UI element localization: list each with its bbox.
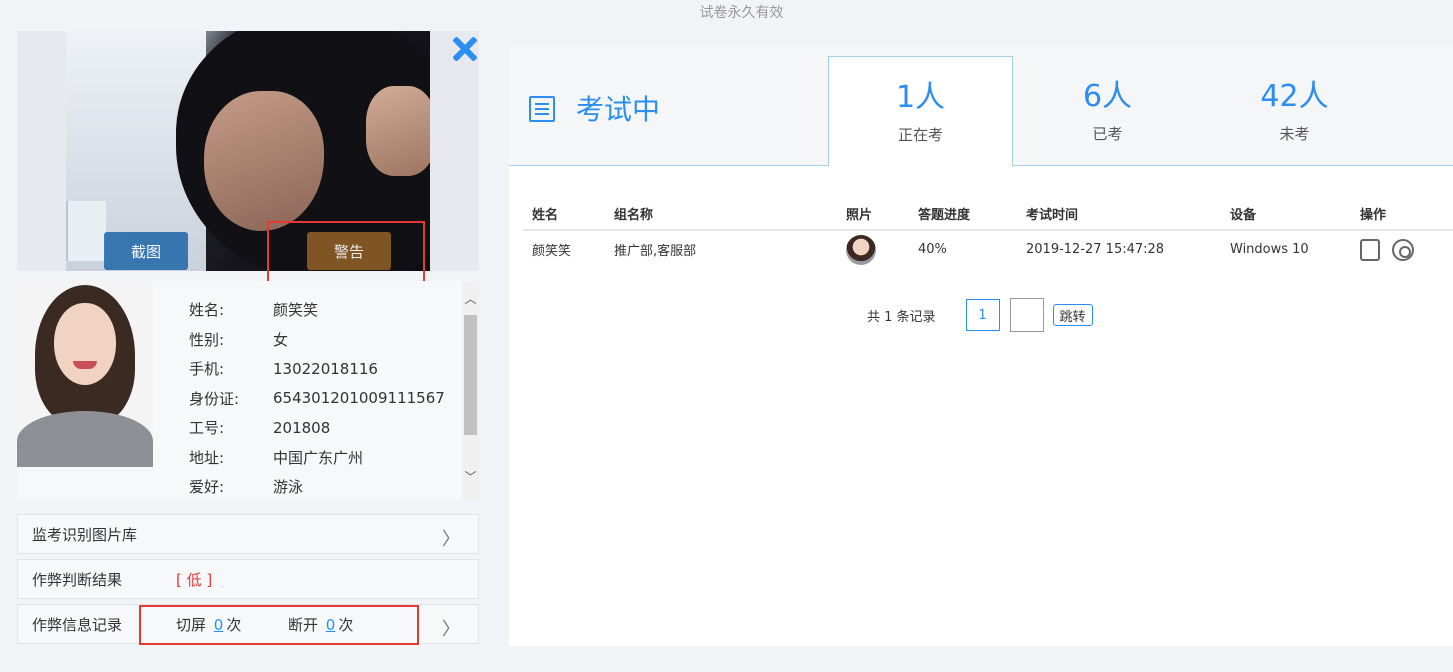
- info-key: 手机:: [189, 360, 225, 379]
- info-key: 工号:: [189, 419, 225, 438]
- cell-time: 2019-12-27 15:47:28: [1026, 242, 1165, 257]
- cheat-judge-bar: 作弊判断结果 [ 低 ]: [17, 559, 479, 599]
- cell-group: 推广部,客服部: [614, 244, 697, 259]
- profile-card: 姓名: 颜笑笑 性别: 女 手机: 13022018116 身份证: 65430…: [17, 281, 479, 499]
- image-library-bar[interactable]: 监考识别图片库 〉: [17, 514, 479, 554]
- info-key: 爱好:: [189, 478, 225, 497]
- tab-label: 未考: [1279, 125, 1310, 143]
- record-count: 共 1 条记录: [867, 309, 936, 325]
- stat-highlight-box: [139, 605, 419, 645]
- tab-count: 1人: [895, 80, 946, 115]
- exam-title: 考试中: [576, 93, 661, 126]
- col-progress: 答题进度: [909, 198, 1017, 231]
- info-row-employee-id: 工号: 201808: [189, 413, 445, 443]
- cheat-judge-label: 作弊判断结果: [32, 570, 123, 589]
- tab-in-progress[interactable]: 1人 正在考: [828, 56, 1013, 167]
- info-value: 13022018116: [273, 359, 378, 378]
- info-value: 中国广东广州: [273, 448, 364, 467]
- avatar[interactable]: [846, 234, 876, 265]
- edit-record-icon[interactable]: [1360, 238, 1380, 261]
- tab-count: 42人: [1260, 79, 1329, 114]
- scroll-down-icon[interactable]: ﹀: [464, 469, 477, 485]
- col-photo: 照片: [837, 198, 909, 231]
- info-value: 颜笑笑: [273, 301, 319, 320]
- col-actions: 操作: [1351, 198, 1453, 231]
- profile-scrollbar[interactable]: ︿ ﹀: [462, 281, 479, 499]
- chevron-right-icon: 〉: [442, 619, 460, 640]
- tab-count: 6人: [1082, 79, 1133, 114]
- cell-name: 颜笑笑: [532, 244, 572, 259]
- tab-label: 正在考: [897, 126, 943, 144]
- info-value: 游泳: [273, 478, 304, 497]
- warn-highlight-box: [267, 221, 425, 285]
- top-note: 试卷永久有效: [699, 5, 784, 21]
- chevron-right-icon: 〉: [442, 529, 460, 550]
- col-name: 姓名: [523, 198, 605, 231]
- cell-device: Windows 10: [1230, 242, 1309, 257]
- col-time: 考试时间: [1017, 198, 1221, 231]
- exam-monitor-panel: 考试中 1人 正在考 6人 已考 42人 未考 姓名 组名称 照片 答题进度 考…: [509, 46, 1453, 646]
- table-row[interactable]: 颜笑笑 推广部,客服部 40% 2019-12-27 15:47:28 Wind…: [523, 230, 1453, 268]
- profile-info: 姓名: 颜笑笑 性别: 女 手机: 13022018116 身份证: 65430…: [189, 295, 445, 502]
- cheat-judge-result: [ 低 ]: [176, 570, 213, 589]
- page-jump-input[interactable]: [1009, 298, 1044, 332]
- page-1-button[interactable]: 1: [965, 299, 1000, 331]
- col-device: 设备: [1221, 198, 1351, 231]
- col-group: 组名称: [605, 198, 837, 231]
- cell-actions: [1351, 230, 1453, 268]
- scroll-up-icon[interactable]: ︿: [464, 291, 477, 307]
- tab-label: 已考: [1092, 125, 1123, 143]
- tab-not-taken[interactable]: 42人 未考: [1202, 56, 1387, 166]
- close-icon[interactable]: [452, 36, 478, 62]
- scroll-thumb[interactable]: [464, 315, 477, 435]
- id-photo: [17, 281, 153, 467]
- info-row-address: 地址: 中国广东广州: [189, 443, 445, 473]
- exam-paper-icon: [529, 96, 555, 122]
- info-key: 姓名:: [189, 301, 225, 320]
- info-row-id: 身份证: 654301201009111567: [189, 384, 445, 414]
- image-library-label: 监考识别图片库: [32, 525, 138, 544]
- candidate-table: 姓名 组名称 照片 答题进度 考试时间 设备 操作 颜笑笑 推广部,客服部 40…: [523, 198, 1453, 268]
- exam-header: 考试中 1人 正在考 6人 已考 42人 未考: [509, 46, 1453, 167]
- info-value: 女: [273, 330, 289, 349]
- info-row-name: 姓名: 颜笑笑: [189, 295, 445, 325]
- cheat-record-label: 作弊信息记录: [32, 615, 123, 634]
- jump-button[interactable]: 跳转: [1052, 304, 1093, 326]
- info-key: 地址:: [189, 448, 225, 467]
- info-value: 201808: [273, 418, 331, 437]
- capture-button[interactable]: 截图: [104, 232, 188, 270]
- info-row-phone: 手机: 13022018116: [189, 354, 445, 384]
- tab-finished[interactable]: 6人 已考: [1015, 56, 1200, 166]
- pagination: 共 1 条记录 1 跳转: [867, 298, 1093, 332]
- info-key: 性别:: [189, 330, 225, 349]
- info-value: 654301201009111567: [273, 389, 445, 408]
- info-key: 身份证:: [189, 389, 240, 408]
- info-row-hobby: 爱好: 游泳: [189, 472, 445, 502]
- webcam-icon[interactable]: [1392, 238, 1415, 261]
- cell-photo: [837, 230, 909, 268]
- info-row-gender: 性别: 女: [189, 325, 445, 355]
- cell-progress: 40%: [918, 242, 947, 257]
